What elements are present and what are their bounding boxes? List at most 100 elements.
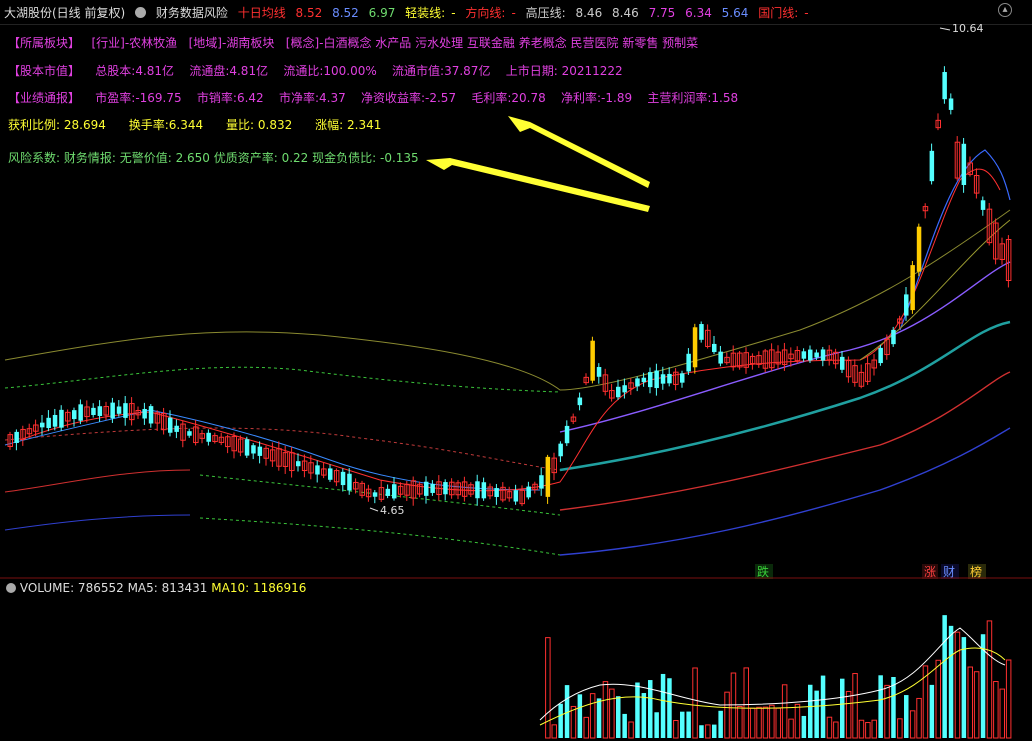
red-ma-line (559, 371, 1011, 511)
candle (116, 406, 122, 414)
candle (718, 351, 723, 364)
candle (942, 72, 947, 100)
volume-bar (820, 675, 826, 738)
volume-bar (705, 724, 711, 739)
volume-bar (628, 721, 634, 739)
candle (840, 356, 845, 370)
badge-bang: 榜 (970, 564, 982, 579)
volume-bar (769, 704, 775, 739)
candle (494, 488, 499, 497)
candle (168, 417, 173, 433)
volume-bar (743, 667, 749, 739)
volume-bar (935, 659, 941, 739)
volume-bar (680, 711, 685, 738)
volume-bar (865, 722, 871, 739)
candle (187, 431, 192, 436)
candle (564, 425, 570, 444)
candle (558, 443, 563, 457)
candle (78, 404, 83, 421)
volume-bar (577, 694, 583, 738)
volume-bar (858, 719, 865, 739)
candle (712, 343, 717, 353)
channel-bottom-dashed (199, 517, 561, 556)
candle (820, 349, 826, 361)
volume-bar (692, 667, 698, 739)
blue-low-line (4, 514, 191, 531)
volume-bar (749, 707, 756, 739)
candle (692, 327, 698, 368)
candle (347, 473, 352, 491)
red-low-line (4, 469, 191, 493)
volume-bar (904, 695, 909, 738)
candle (475, 481, 480, 499)
candle (814, 352, 819, 358)
volume-bar (801, 715, 807, 738)
candle (174, 425, 179, 432)
candle (513, 490, 519, 502)
badge-zhang: 涨 (924, 564, 936, 579)
volume-bar (622, 713, 627, 738)
candle (680, 373, 685, 383)
candle (686, 353, 691, 372)
volume-bar (1005, 659, 1012, 739)
volume-bar (667, 678, 672, 738)
volume-bar (654, 712, 659, 738)
volume-bar (999, 688, 1005, 739)
candle (539, 475, 544, 489)
volume-bar (973, 671, 980, 739)
volume-bar (756, 706, 762, 739)
volume-bar (545, 637, 551, 739)
candlesticks-group (7, 66, 1012, 507)
volume-bar (909, 710, 916, 739)
volume-bar (718, 710, 723, 738)
candle (123, 403, 128, 418)
candle (430, 484, 435, 493)
volume-bar (897, 718, 903, 739)
volume-bar (961, 637, 967, 738)
volume-bar (686, 711, 691, 738)
candle (660, 374, 666, 384)
candle (616, 386, 621, 398)
candle (929, 150, 935, 182)
candle (91, 407, 96, 416)
candle (526, 486, 531, 498)
volume-bar (788, 718, 794, 739)
high-price-label: 10.64 (952, 22, 984, 35)
candle (622, 385, 627, 393)
short-ma-red (19, 168, 1001, 492)
candle (244, 439, 250, 456)
volume-bar (942, 615, 947, 738)
volume-bar (724, 691, 730, 739)
candle (52, 414, 58, 427)
price-chart[interactable]: 10.64 4.65 跌 涨 财 榜 (0, 0, 1032, 741)
teal-ma-line (559, 320, 1011, 472)
channel-mid-dashed (4, 427, 561, 471)
volume-bar (609, 688, 615, 739)
candle (545, 456, 551, 497)
volume-bar (826, 716, 833, 739)
volume-value: VOLUME: 786552 (19, 581, 124, 595)
candle (808, 349, 813, 361)
blue-ma-line (559, 427, 1011, 556)
volume-bar (712, 724, 717, 738)
candle (699, 324, 704, 340)
candle (443, 482, 448, 495)
candle (72, 410, 77, 420)
volume-bar (808, 684, 813, 738)
volume-settings-icon[interactable] (6, 583, 16, 593)
channel-upper-dashed (4, 366, 561, 393)
candle (148, 406, 154, 424)
candle (315, 465, 320, 475)
volume-bar (794, 703, 801, 739)
volume-bar (737, 705, 743, 739)
volume-bar (660, 673, 666, 738)
volume-bar (558, 703, 563, 738)
candle (206, 432, 211, 442)
candle (654, 370, 659, 389)
volume-bar (730, 672, 737, 739)
candle (590, 340, 595, 381)
volume-bar (635, 682, 640, 738)
channel-top-line (4, 209, 1011, 391)
candle (980, 200, 986, 210)
low-price-label: 4.65 (380, 504, 405, 517)
